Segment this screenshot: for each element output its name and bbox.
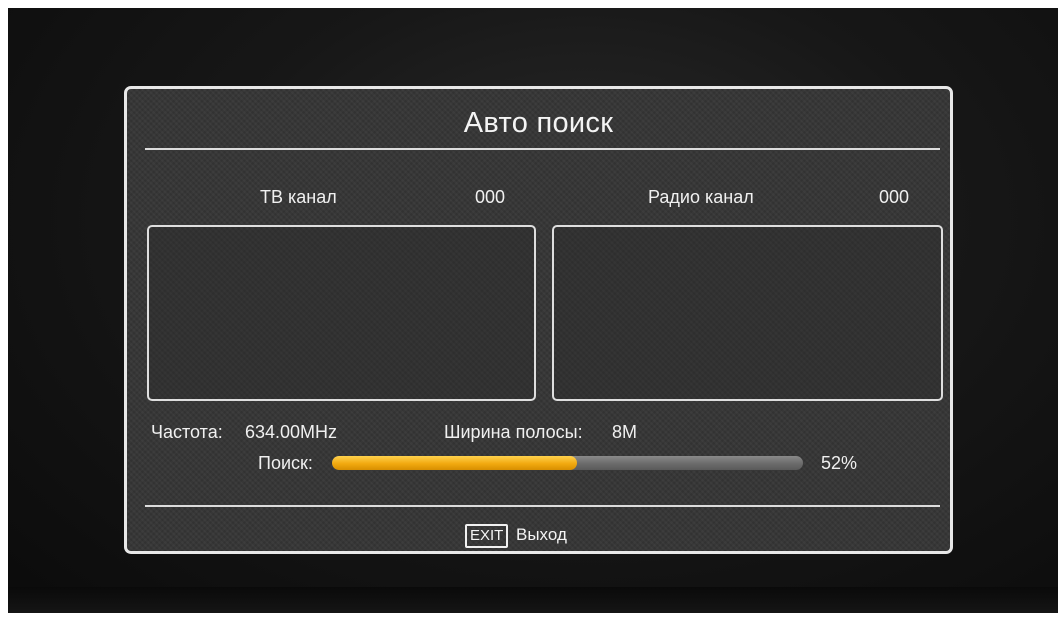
tv-channel-list <box>147 225 536 401</box>
tv-screen: Авто поиск ТВ канал 000 Радио канал 000 … <box>8 8 1058 613</box>
bandwidth-value: 8M <box>612 422 638 442</box>
exit-label: Выход <box>516 525 567 544</box>
search-progress-fill <box>332 456 577 470</box>
tv-channel-count: 000 <box>475 187 506 207</box>
progress-percent: 52% <box>821 453 858 473</box>
search-label: Поиск: <box>258 453 313 473</box>
tv-channel-label: ТВ канал <box>260 187 337 207</box>
exit-key-icon[interactable]: EXIT <box>465 524 509 548</box>
auto-search-dialog: Авто поиск ТВ канал 000 Радио канал 000 … <box>124 86 953 554</box>
radio-channel-count: 000 <box>879 187 910 207</box>
screen-bezel <box>8 587 1058 613</box>
frequency-label: Частота: <box>151 422 223 442</box>
title-divider <box>145 148 940 150</box>
bandwidth-label: Ширина полосы: <box>444 422 583 442</box>
frequency-value: 634.00MHz <box>245 422 338 442</box>
dialog-title: Авто поиск <box>463 107 614 139</box>
footer-divider <box>145 505 940 507</box>
radio-channel-list <box>552 225 943 401</box>
search-progress-bar <box>332 456 803 470</box>
radio-channel-label: Радио канал <box>648 187 754 207</box>
